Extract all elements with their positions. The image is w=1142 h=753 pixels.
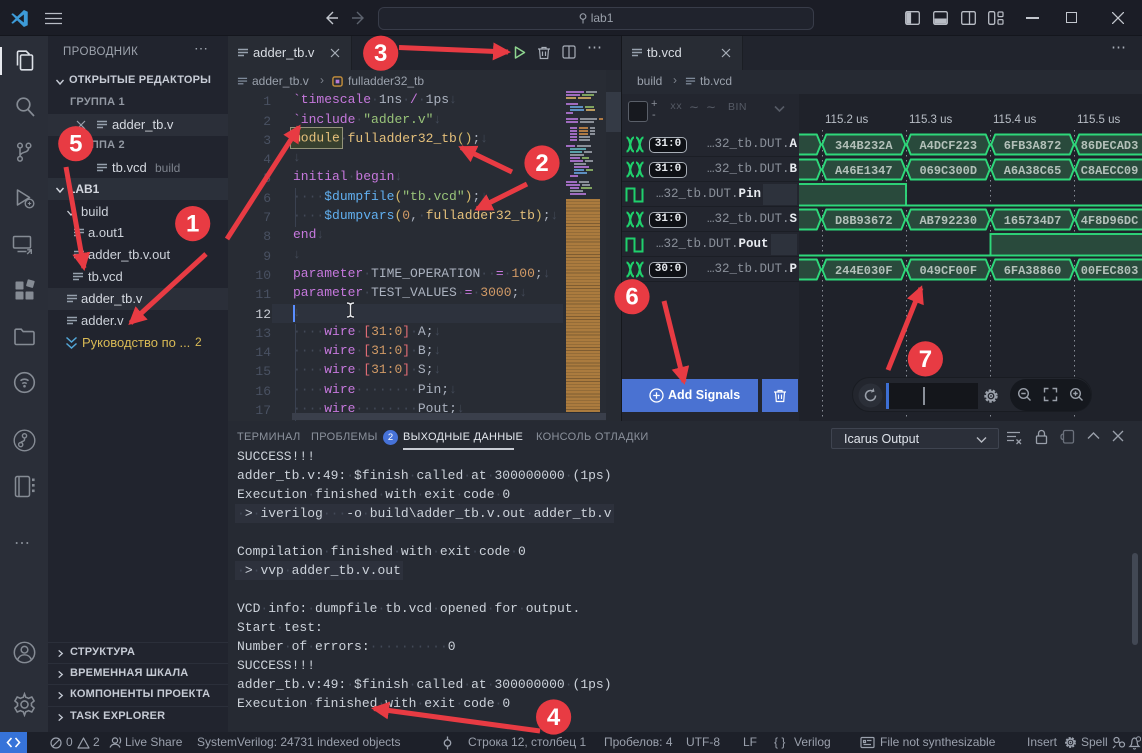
svg-text:C8AECC09: C8AECC09 xyxy=(1081,164,1139,178)
svg-text:069C300D: 069C300D xyxy=(919,164,977,178)
svg-text:244E030F: 244E030F xyxy=(835,264,893,278)
svg-text:115.4 us: 115.4 us xyxy=(993,114,1037,126)
svg-text:115.3 us: 115.3 us xyxy=(909,114,953,126)
svg-text:A4DCF223: A4DCF223 xyxy=(919,139,977,153)
svg-text:00FEC803: 00FEC803 xyxy=(1081,264,1139,278)
svg-text:165734D7: 165734D7 xyxy=(1004,214,1062,228)
svg-text:4F8D96DC: 4F8D96DC xyxy=(1081,214,1139,228)
svg-text:115.5 us: 115.5 us xyxy=(1077,114,1121,126)
svg-text:344B232A: 344B232A xyxy=(835,139,893,153)
svg-text:115.2 us: 115.2 us xyxy=(825,114,869,126)
svg-text:A6A38C65: A6A38C65 xyxy=(1004,164,1062,178)
svg-text:049CF00F: 049CF00F xyxy=(919,264,977,278)
svg-text:6FA38860: 6FA38860 xyxy=(1004,264,1062,278)
svg-text:86DECAD3: 86DECAD3 xyxy=(1081,139,1139,153)
svg-text:A46E1347: A46E1347 xyxy=(835,164,893,178)
svg-text:D8B93672: D8B93672 xyxy=(835,214,893,228)
svg-text:AB792230: AB792230 xyxy=(919,214,977,228)
svg-text:6FB3A872: 6FB3A872 xyxy=(1004,139,1062,153)
